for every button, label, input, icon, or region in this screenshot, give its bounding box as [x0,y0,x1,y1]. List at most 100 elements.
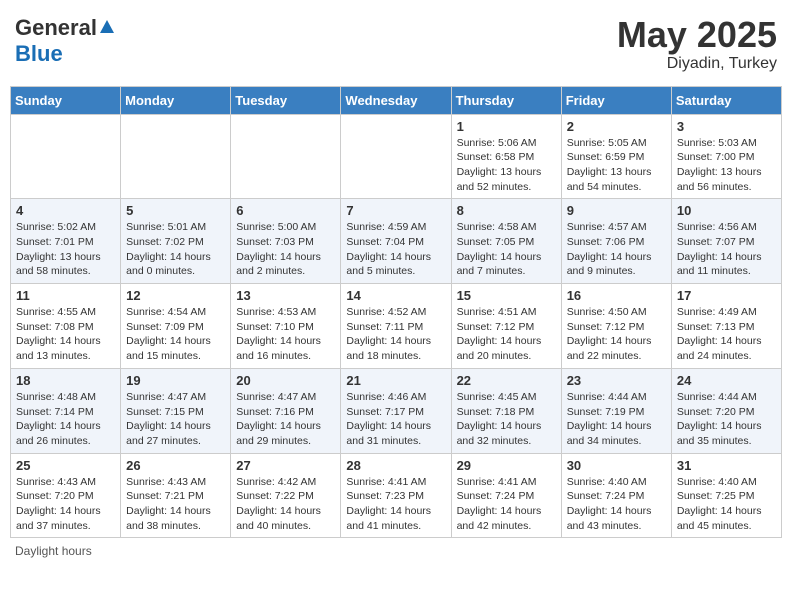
calendar-cell: 6 Sunrise: 5:00 AMSunset: 7:03 PMDaylight… [231,199,341,284]
day-number: 2 [567,119,666,134]
calendar-cell [121,114,231,199]
cell-sun-info: Sunrise: 4:55 AMSunset: 7:08 PMDaylight:… [16,305,115,364]
day-number: 9 [567,203,666,218]
cell-sun-info: Sunrise: 4:43 AMSunset: 7:20 PMDaylight:… [16,475,115,534]
calendar-cell: 20Sunrise: 4:47 AMSunset: 7:16 PMDayligh… [231,368,341,453]
calendar-cell: 24 Sunrise: 4:44 AMSunset: 7:20 PMDayligh… [671,368,781,453]
col-header-friday: Friday [561,86,671,114]
calendar-table: SundayMondayTuesdayWednesdayThursdayFrid… [10,86,782,539]
cell-sun-info: Sunrise: 4:41 AMSunset: 7:23 PMDaylight:… [346,475,445,534]
cell-sun-info: Sunrise: 4:47 AMSunset: 7:15 PMDaylight:… [126,390,225,449]
calendar-cell: 18 Sunrise: 4:48 AMSunset: 7:14 PMDayligh… [11,368,121,453]
month-title: May 2025 [617,15,777,55]
calendar-week-5: 25 Sunrise: 4:43 AMSunset: 7:20 PMDayligh… [11,453,782,538]
day-number: 27 [236,458,335,473]
cell-sun-info: Sunrise: 4:47 AMSunset: 7:16 PMDaylight:… [236,390,335,449]
cell-sun-info: Sunrise: 4:45 AMSunset: 7:18 PMDaylight:… [457,390,556,449]
calendar-cell: 14Sunrise: 4:52 AMSunset: 7:11 PMDayligh… [341,284,451,369]
calendar-cell: 28 Sunrise: 4:41 AMSunset: 7:23 PMDayligh… [341,453,451,538]
day-number: 25 [16,458,115,473]
calendar-cell: 23 Sunrise: 4:44 AMSunset: 7:19 PMDayligh… [561,368,671,453]
cell-sun-info: Sunrise: 5:06 AMSunset: 6:58 PMDaylight:… [457,136,556,195]
daylight-hours-label: Daylight hours [15,544,92,558]
cell-sun-info: Sunrise: 4:40 AMSunset: 7:25 PMDaylight:… [677,475,776,534]
day-number: 30 [567,458,666,473]
cell-sun-info: Sunrise: 5:01 AMSunset: 7:02 PMDaylight:… [126,220,225,279]
logo-general: General [15,15,97,41]
calendar-cell: 25 Sunrise: 4:43 AMSunset: 7:20 PMDayligh… [11,453,121,538]
calendar-week-3: 11 Sunrise: 4:55 AMSunset: 7:08 PMDayligh… [11,284,782,369]
cell-sun-info: Sunrise: 4:41 AMSunset: 7:24 PMDaylight:… [457,475,556,534]
day-number: 16 [567,288,666,303]
day-number: 26 [126,458,225,473]
cell-sun-info: Sunrise: 4:51 AMSunset: 7:12 PMDaylight:… [457,305,556,364]
day-number: 4 [16,203,115,218]
cell-sun-info: Sunrise: 5:03 AMSunset: 7:00 PMDaylight:… [677,136,776,195]
calendar-cell: 4 Sunrise: 5:02 AMSunset: 7:01 PMDaylight… [11,199,121,284]
cell-sun-info: Sunrise: 4:44 AMSunset: 7:19 PMDaylight:… [567,390,666,449]
calendar-cell: 30Sunrise: 4:40 AMSunset: 7:24 PMDayligh… [561,453,671,538]
cell-sun-info: Sunrise: 5:02 AMSunset: 7:01 PMDaylight:… [16,220,115,279]
calendar-week-1: 1 Sunrise: 5:06 AMSunset: 6:58 PMDaylight… [11,114,782,199]
day-number: 3 [677,119,776,134]
day-number: 19 [126,373,225,388]
calendar-cell: 29 Sunrise: 4:41 AMSunset: 7:24 PMDayligh… [451,453,561,538]
cell-sun-info: Sunrise: 4:48 AMSunset: 7:14 PMDaylight:… [16,390,115,449]
col-header-wednesday: Wednesday [341,86,451,114]
day-number: 6 [236,203,335,218]
calendar-cell: 16 Sunrise: 4:50 AMSunset: 7:12 PMDayligh… [561,284,671,369]
calendar-cell: 1 Sunrise: 5:06 AMSunset: 6:58 PMDaylight… [451,114,561,199]
day-number: 8 [457,203,556,218]
cell-sun-info: Sunrise: 5:00 AMSunset: 7:03 PMDaylight:… [236,220,335,279]
day-number: 17 [677,288,776,303]
col-header-sunday: Sunday [11,86,121,114]
day-number: 24 [677,373,776,388]
calendar-cell [231,114,341,199]
title-area: May 2025 Diyadin, Turkey [617,15,777,73]
calendar-cell: 12 Sunrise: 4:54 AMSunset: 7:09 PMDayligh… [121,284,231,369]
cell-sun-info: Sunrise: 4:49 AMSunset: 7:13 PMDaylight:… [677,305,776,364]
cell-sun-info: Sunrise: 4:57 AMSunset: 7:06 PMDaylight:… [567,220,666,279]
logo: General Blue [15,15,115,67]
calendar-cell: 9 Sunrise: 4:57 AMSunset: 7:06 PMDaylight… [561,199,671,284]
cell-sun-info: Sunrise: 4:50 AMSunset: 7:12 PMDaylight:… [567,305,666,364]
day-number: 31 [677,458,776,473]
cell-sun-info: Sunrise: 4:44 AMSunset: 7:20 PMDaylight:… [677,390,776,449]
day-number: 29 [457,458,556,473]
cell-sun-info: Sunrise: 4:53 AMSunset: 7:10 PMDaylight:… [236,305,335,364]
day-number: 18 [16,373,115,388]
calendar-cell [341,114,451,199]
calendar-cell: 5Sunrise: 5:01 AMSunset: 7:02 PMDaylight… [121,199,231,284]
calendar-cell: 10Sunrise: 4:56 AMSunset: 7:07 PMDayligh… [671,199,781,284]
day-number: 23 [567,373,666,388]
calendar-cell: 19 Sunrise: 4:47 AMSunset: 7:15 PMDayligh… [121,368,231,453]
col-header-monday: Monday [121,86,231,114]
calendar-cell: 21Sunrise: 4:46 AMSunset: 7:17 PMDayligh… [341,368,451,453]
day-number: 22 [457,373,556,388]
day-number: 11 [16,288,115,303]
day-number: 1 [457,119,556,134]
day-number: 28 [346,458,445,473]
day-number: 15 [457,288,556,303]
calendar-header-row: SundayMondayTuesdayWednesdayThursdayFrid… [11,86,782,114]
footer: Daylight hours [10,544,782,558]
calendar-cell: 8 Sunrise: 4:58 AMSunset: 7:05 PMDaylight… [451,199,561,284]
col-header-saturday: Saturday [671,86,781,114]
calendar-cell: 26Sunrise: 4:43 AMSunset: 7:21 PMDayligh… [121,453,231,538]
cell-sun-info: Sunrise: 4:54 AMSunset: 7:09 PMDaylight:… [126,305,225,364]
day-number: 7 [346,203,445,218]
day-number: 12 [126,288,225,303]
calendar-cell: 27 Sunrise: 4:42 AMSunset: 7:22 PMDayligh… [231,453,341,538]
calendar-cell: 22 Sunrise: 4:45 AMSunset: 7:18 PMDayligh… [451,368,561,453]
calendar-cell: 17 Sunrise: 4:49 AMSunset: 7:13 PMDayligh… [671,284,781,369]
cell-sun-info: Sunrise: 4:56 AMSunset: 7:07 PMDaylight:… [677,220,776,279]
col-header-tuesday: Tuesday [231,86,341,114]
cell-sun-info: Sunrise: 4:58 AMSunset: 7:05 PMDaylight:… [457,220,556,279]
cell-sun-info: Sunrise: 4:46 AMSunset: 7:17 PMDaylight:… [346,390,445,449]
calendar-cell: 7Sunrise: 4:59 AMSunset: 7:04 PMDaylight… [341,199,451,284]
cell-sun-info: Sunrise: 4:42 AMSunset: 7:22 PMDaylight:… [236,475,335,534]
day-number: 14 [346,288,445,303]
calendar-cell: 15 Sunrise: 4:51 AMSunset: 7:12 PMDayligh… [451,284,561,369]
logo-blue: Blue [15,41,63,66]
calendar-week-4: 18 Sunrise: 4:48 AMSunset: 7:14 PMDayligh… [11,368,782,453]
